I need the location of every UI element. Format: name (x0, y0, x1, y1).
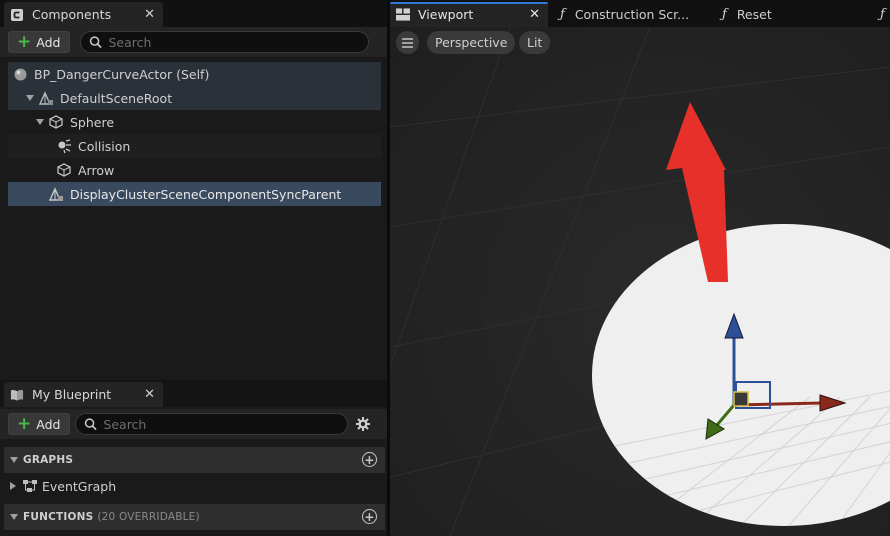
blueprint-toolbar: + Add (0, 409, 387, 439)
collision-icon (56, 138, 72, 154)
tab-construction-script[interactable]: ƒ Construction Scr... (554, 2, 697, 27)
add-component-button[interactable]: + Add (8, 31, 71, 53)
collapse-arrow-icon[interactable] (10, 514, 18, 520)
add-blueprint-label: Add (36, 416, 61, 432)
close-icon[interactable]: ✕ (144, 387, 155, 402)
lighting-mode-label: Lit (527, 35, 543, 50)
add-graph-icon[interactable]: + (362, 452, 377, 467)
add-function-icon[interactable]: + (362, 509, 377, 524)
tree-item-label: BP_DangerCurveActor (Self) (34, 66, 210, 82)
hamburger-icon (402, 37, 413, 48)
tree-item-collision[interactable]: Collision (8, 134, 381, 158)
graphs-section-label: GRAPHS (23, 454, 74, 466)
lighting-mode-button[interactable]: Lit (519, 31, 551, 54)
close-icon[interactable]: ✕ (144, 7, 155, 22)
tree-item-label: DisplayClusterSceneComponentSyncParent (70, 186, 342, 202)
plus-icon: + (17, 31, 32, 52)
components-toolbar: + Add (0, 27, 387, 57)
static-mesh-icon (56, 162, 72, 178)
function-icon: ƒ (560, 7, 565, 22)
close-icon[interactable]: ✕ (529, 7, 540, 22)
event-graph-icon (22, 478, 38, 494)
functions-section-header[interactable]: FUNCTIONS (20 OVERRIDABLE) + (4, 504, 385, 530)
my-blueprint-tab-label: My Blueprint (32, 387, 112, 402)
search-icon (85, 418, 98, 431)
functions-overridable-count: (20 OVERRIDABLE) (97, 511, 200, 523)
tab-construction-label: Construction Scr... (574, 7, 690, 22)
search-icon (90, 36, 103, 49)
tab-overflow[interactable]: ƒ (874, 2, 890, 27)
my-blueprint-tab[interactable]: My Blueprint ✕ (4, 382, 163, 407)
tab-reset-label: Reset (736, 7, 772, 22)
blueprint-search-input[interactable] (103, 416, 340, 432)
viewport-options-button[interactable] (396, 31, 419, 54)
tree-item-label: DefaultSceneRoot (60, 90, 173, 106)
components-search (80, 31, 370, 53)
tab-viewport-label: Viewport (418, 7, 474, 22)
function-icon: ƒ (722, 7, 727, 22)
tree-item-arrow[interactable]: Arrow (8, 158, 381, 182)
book-icon (10, 388, 24, 402)
gear-icon[interactable] (355, 416, 371, 432)
components-tabstrip: Components ✕ (0, 0, 387, 27)
collapse-arrow-icon[interactable] (10, 457, 18, 463)
scene-component-icon (48, 186, 64, 202)
tree-item-displayclustersync[interactable]: DisplayClusterSceneComponentSyncParent (8, 182, 381, 206)
tree-item-label: Collision (78, 138, 131, 154)
functions-section-label: FUNCTIONS (23, 511, 94, 523)
tree-item-label: EventGraph (42, 478, 117, 494)
components-tab[interactable]: Components ✕ (4, 2, 163, 27)
components-search-input[interactable] (108, 34, 361, 50)
plus-icon: + (17, 413, 32, 434)
tree-item-eventgraph[interactable]: EventGraph (8, 474, 381, 498)
blueprint-editor: Components ✕ + Add BP_DangerCurveActor (… (0, 0, 890, 536)
add-blueprint-item-button[interactable]: + Add (8, 413, 71, 435)
components-icon (10, 8, 24, 22)
view-mode-label: Perspective (435, 35, 508, 50)
view-mode-button[interactable]: Perspective (427, 31, 516, 54)
graphs-section-header[interactable]: GRAPHS + (4, 447, 385, 473)
left-column: Components ✕ + Add BP_DangerCurveActor (… (0, 0, 387, 536)
viewport-canvas[interactable]: Perspective Lit (390, 27, 890, 536)
tree-item-label: Arrow (78, 162, 115, 178)
expand-arrow-icon[interactable] (26, 95, 34, 101)
actor-icon (12, 66, 28, 82)
blueprint-search (75, 413, 349, 435)
tab-viewport[interactable]: Viewport ✕ (390, 2, 548, 27)
tree-item-self[interactable]: BP_DangerCurveActor (Self) (8, 62, 381, 86)
right-column: Viewport ✕ ƒ Construction Scr... ƒ Reset… (390, 0, 890, 536)
expand-arrow-icon[interactable] (10, 482, 16, 490)
viewport-icon (396, 8, 410, 22)
static-mesh-icon (48, 114, 64, 130)
tab-reset[interactable]: ƒ Reset (716, 2, 780, 27)
scene-component-icon (38, 90, 54, 106)
tree-item-defaultsceneroot[interactable]: DefaultSceneRoot (8, 86, 381, 110)
editor-tabstrip: Viewport ✕ ƒ Construction Scr... ƒ Reset… (390, 0, 890, 27)
components-tree: BP_DangerCurveActor (Self) DefaultSceneR… (0, 62, 387, 378)
tree-item-label: Sphere (70, 114, 115, 130)
blueprint-tabstrip: My Blueprint ✕ (0, 380, 387, 407)
tree-item-sphere[interactable]: Sphere (8, 110, 381, 134)
function-icon: ƒ (880, 7, 885, 22)
components-tab-label: Components (32, 7, 112, 22)
expand-arrow-icon[interactable] (36, 119, 44, 125)
viewport-scene (390, 27, 890, 536)
add-component-label: Add (36, 34, 61, 50)
